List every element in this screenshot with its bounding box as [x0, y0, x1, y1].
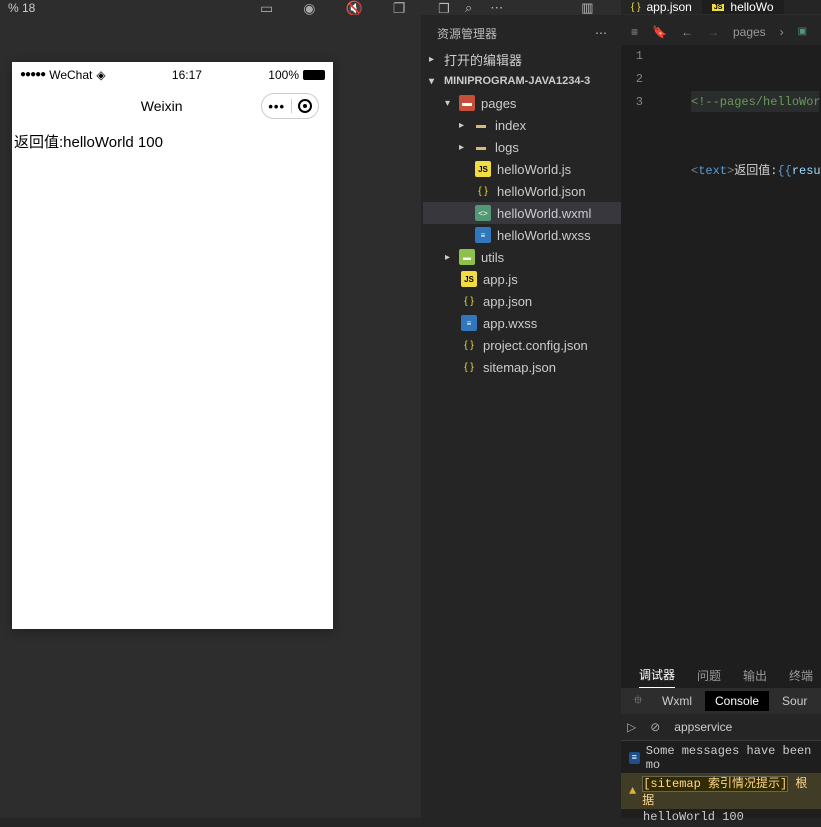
- js-icon: JS: [475, 161, 491, 177]
- tab-output[interactable]: 输出: [743, 663, 767, 688]
- split-icon[interactable]: ▥: [581, 0, 593, 16]
- json-icon: { }: [461, 337, 477, 353]
- project-section[interactable]: ▾MINIPROGRAM-JAVA1234-3: [423, 70, 621, 92]
- bookmark-icon[interactable]: 🔖: [652, 25, 667, 39]
- tab-terminal[interactable]: 终端: [789, 663, 813, 688]
- context-selector[interactable]: appservice: [674, 720, 732, 734]
- clear-icon[interactable]: ⊘: [650, 720, 660, 734]
- battery-percent: 100%: [268, 68, 299, 82]
- more-icon[interactable]: ⋯: [490, 0, 503, 16]
- play-icon[interactable]: ▷: [627, 720, 636, 734]
- wxss-icon: ≡: [461, 315, 477, 331]
- explorer-title: 资源管理器: [437, 25, 497, 42]
- line-gutter: 123: [621, 45, 651, 114]
- json-icon: { }: [461, 359, 477, 375]
- devtab-wxml[interactable]: Wxml: [652, 691, 702, 711]
- tab-app-json[interactable]: { }app.json: [621, 0, 702, 14]
- file-helloworld-wxss[interactable]: ≡helloWorld.wxss: [423, 224, 621, 246]
- folder-logs[interactable]: ▸▬logs: [423, 136, 621, 158]
- file-helloworld-json[interactable]: { }helloWorld.json: [423, 180, 621, 202]
- file-project-config[interactable]: { }project.config.json: [423, 334, 621, 356]
- folder-index[interactable]: ▸▬index: [423, 114, 621, 136]
- json-icon: { }: [475, 183, 491, 199]
- explorer-menu-icon[interactable]: ⋯: [595, 26, 607, 40]
- console-warn-line[interactable]: ▲[sitemap 索引情况提示] 根据: [621, 773, 821, 809]
- folder-pages[interactable]: ▾▬pages: [423, 92, 621, 114]
- file-app-json[interactable]: { }app.json: [423, 290, 621, 312]
- capsule-menu[interactable]: •••: [261, 93, 319, 119]
- signal-icon: ●●●●●: [20, 69, 45, 80]
- zoom-label: % 18: [0, 1, 35, 15]
- devtab-sources[interactable]: Sour: [772, 691, 817, 711]
- breadcrumb-sep: ›: [780, 25, 784, 39]
- js-icon: JS: [461, 271, 477, 287]
- bottom-panel: 调试器 问题 输出 终端 ⯐ Wxml Console Sour ▷ ⊘ app…: [621, 660, 821, 818]
- warn-icon: ▲: [629, 784, 636, 798]
- tab-problems[interactable]: 问题: [697, 663, 721, 688]
- inspect-icon[interactable]: ⯐: [627, 691, 649, 712]
- tab-debugger[interactable]: 调试器: [639, 662, 675, 688]
- simulator-panel: ●●●●● WeChat ◈ 16:17 100% Weixin ••• 返回值…: [0, 15, 421, 818]
- wxss-icon: ≡: [475, 227, 491, 243]
- carrier-label: WeChat: [49, 68, 92, 82]
- console-info-line[interactable]: ≡Some messages have been mo: [621, 743, 821, 773]
- phone-simulator: ●●●●● WeChat ◈ 16:17 100% Weixin ••• 返回值…: [12, 62, 333, 629]
- file-helloworld-js[interactable]: JShelloWorld.js: [423, 158, 621, 180]
- folder-icon: ▬: [459, 249, 475, 265]
- js-icon: JS: [712, 4, 725, 11]
- copy-icon[interactable]: ❐: [438, 1, 450, 17]
- breadcrumb-file-icon: ▣: [798, 26, 807, 37]
- search-icon[interactable]: ⌕: [465, 0, 472, 16]
- file-sitemap[interactable]: { }sitemap.json: [423, 356, 621, 378]
- explorer-panel: 资源管理器 ⋯ ▸打开的编辑器 ▾MINIPROGRAM-JAVA1234-3 …: [423, 18, 621, 682]
- file-app-js[interactable]: JSapp.js: [423, 268, 621, 290]
- folder-icon: ▬: [459, 95, 475, 111]
- nav-title: Weixin: [62, 98, 261, 114]
- code-editor[interactable]: 123 <!--pages/helloWorl <text>返回值:{{resu…: [621, 45, 821, 660]
- status-time: 16:17: [172, 68, 202, 82]
- status-bar: ●●●●● WeChat ◈ 16:17 100%: [12, 62, 333, 87]
- json-icon: { }: [631, 2, 640, 13]
- folder-icon: ▬: [473, 139, 489, 155]
- forward-icon[interactable]: →: [707, 25, 719, 39]
- close-program-icon[interactable]: [298, 99, 312, 113]
- devtab-console[interactable]: Console: [705, 691, 769, 711]
- open-editors-section[interactable]: ▸打开的编辑器: [423, 48, 621, 70]
- folder-icon: ▬: [473, 117, 489, 133]
- wxml-icon: <>: [475, 205, 491, 221]
- code-content[interactable]: <!--pages/helloWorl <text>返回值:{{resul: [691, 45, 821, 298]
- json-icon: { }: [461, 293, 477, 309]
- menu-dots-icon[interactable]: •••: [268, 99, 285, 114]
- info-icon: ≡: [629, 752, 640, 764]
- back-icon[interactable]: ←: [681, 25, 693, 39]
- file-app-wxss[interactable]: ≡app.wxss: [423, 312, 621, 334]
- breadcrumb-pages[interactable]: pages: [733, 25, 766, 39]
- file-helloworld-wxml[interactable]: <>helloWorld.wxml: [423, 202, 621, 224]
- page-content: 返回值:helloWorld 100: [12, 125, 333, 158]
- console-log-line[interactable]: helloWorld 100: [621, 809, 821, 825]
- console-output: ≡Some messages have been mo ▲[sitemap 索引…: [621, 741, 821, 827]
- wifi-icon: ◈: [96, 68, 105, 82]
- battery-icon: [303, 70, 325, 80]
- list-icon[interactable]: ≡: [631, 25, 638, 39]
- folder-utils[interactable]: ▸▬utils: [423, 246, 621, 268]
- tab-helloworld[interactable]: JShelloWo: [702, 0, 784, 14]
